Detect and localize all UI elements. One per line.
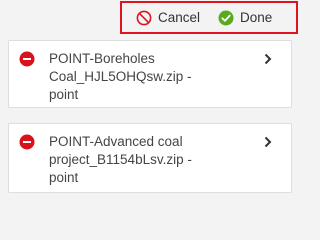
check-circle-icon [218, 10, 234, 25]
cancel-label: Cancel [158, 10, 201, 25]
item-title-line: point [49, 87, 79, 102]
chevron-right-icon [264, 53, 272, 65]
list-item[interactable]: POINT-Advanced coal project_B1154bLsv.zi… [8, 123, 292, 193]
item-title-line: point [49, 170, 79, 185]
remove-circle-icon[interactable] [19, 134, 35, 150]
item-title: POINT-Boreholes Coal_HJL5OHQsw.zip - poi… [49, 50, 249, 104]
done-button[interactable]: Done [218, 10, 272, 26]
done-label: Done [240, 10, 273, 25]
item-title: POINT-Advanced coal project_B1154bLsv.zi… [49, 133, 249, 187]
item-title-line: Coal_HJL5OHQsw.zip - [49, 69, 192, 84]
item-title-line: project_B1154bLsv.zip - [49, 152, 192, 167]
cancel-button[interactable]: Cancel [136, 10, 200, 26]
chevron-right-icon [264, 136, 272, 148]
item-title-line: POINT-Advanced coal [49, 134, 183, 149]
remove-circle-icon[interactable] [19, 51, 35, 67]
item-title-line: POINT-Boreholes [49, 51, 155, 66]
list-item[interactable]: POINT-Boreholes Coal_HJL5OHQsw.zip - poi… [8, 40, 292, 108]
edit-toolbar: Cancel Done [120, 1, 298, 34]
cancel-icon [136, 10, 152, 25]
